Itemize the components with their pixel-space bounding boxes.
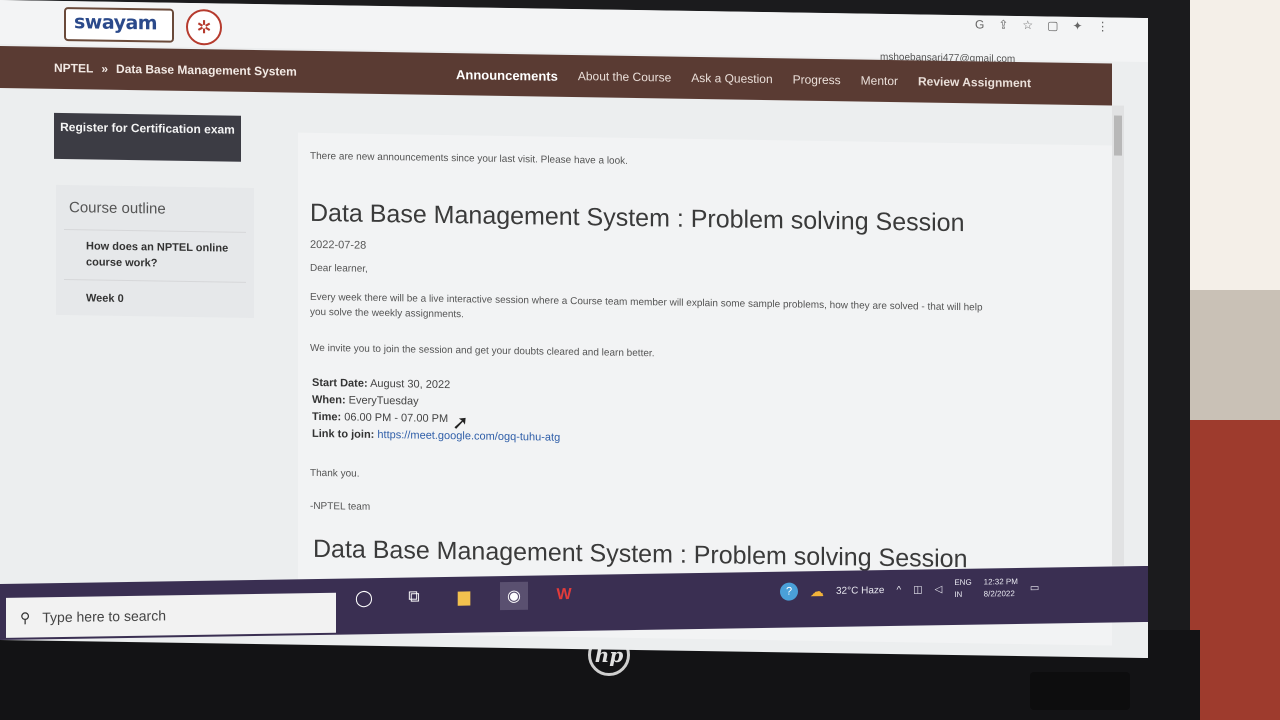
search-icon: ⚲ — [20, 609, 31, 626]
nav-announcements[interactable]: Announcements — [456, 67, 558, 84]
search-placeholder: Type here to search — [42, 607, 167, 626]
language-code: ENG — [954, 577, 972, 588]
emblem-icon: ✲ — [186, 8, 222, 46]
breadcrumb-root[interactable]: NPTEL — [54, 61, 93, 76]
task-view-icon[interactable]: ⧉ — [400, 583, 428, 611]
mouse-cursor-icon: ➚ — [452, 412, 469, 435]
extension-icon[interactable]: ✦ — [1073, 19, 1083, 33]
breadcrumb-course[interactable]: Data Base Management System — [116, 62, 297, 79]
cortana-icon[interactable]: ◯ — [350, 584, 378, 612]
notification-icon[interactable]: ▭ — [1030, 582, 1039, 593]
help-icon[interactable]: ? — [780, 582, 798, 601]
menu-icon[interactable]: ⋮ — [1097, 19, 1109, 33]
course-outline: Course outline How does an NPTEL online … — [56, 184, 254, 318]
taskbar-search[interactable]: ⚲ Type here to search — [6, 592, 336, 638]
background-red-surface — [1186, 420, 1280, 720]
time-value: 06.00 PM - 07.00 PM — [344, 411, 449, 426]
browser-toolbar: G ⇪ ☆ ▢ ✦ ⋮ — [975, 17, 1109, 33]
breadcrumb-separator: » — [101, 61, 109, 76]
window-icon[interactable]: ▢ — [1047, 18, 1058, 32]
new-announcement-notice: There are new announcements since your l… — [310, 150, 628, 167]
time-label: Time: — [312, 410, 342, 424]
start-date-value: August 30, 2022 — [370, 377, 451, 392]
background-window — [1178, 0, 1280, 290]
star-icon[interactable]: ☆ — [1022, 18, 1033, 32]
outline-title: Course outline — [69, 199, 166, 218]
announcement-paragraph-2: We invite you to join the session and ge… — [310, 342, 655, 360]
start-date-row: Start Date: August 30, 2022 — [312, 377, 450, 391]
clock-time: 12:32 PM — [983, 577, 1018, 587]
tray-chevron-icon[interactable]: ^ — [896, 584, 901, 595]
announcement-paragraph-1: Every week there will be a live interact… — [310, 291, 983, 321]
start-date-label: Start Date: — [312, 376, 368, 390]
register-certification-button[interactable]: Register for Certification exam — [54, 112, 241, 162]
when-label: When: — [312, 393, 346, 407]
weather-text[interactable]: 32°C Haze — [836, 585, 884, 597]
swayam-logo[interactable]: swayam — [64, 7, 174, 43]
outline-divider — [64, 279, 246, 283]
region-code: IN — [954, 589, 963, 600]
announcement-date: 2022-07-28 — [310, 238, 367, 252]
link-row: Link to join: https://meet.google.com/og… — [312, 428, 560, 444]
laptop-hinge — [1030, 672, 1130, 710]
taskbar-clock[interactable]: 12:32 PM 8/2/2022 — [984, 576, 1018, 601]
google-icon[interactable]: G — [975, 17, 984, 31]
clock-date: 8/2/2022 — [983, 589, 1015, 599]
network-icon[interactable]: ◫ — [913, 584, 922, 595]
nav-mentor[interactable]: Mentor — [861, 74, 898, 90]
thank-you-text: Thank you. — [310, 467, 360, 480]
nav-about-course[interactable]: About the Course — [578, 69, 671, 85]
breadcrumb: NPTEL » Data Base Management System — [54, 61, 297, 79]
signature-text: -NPTEL team — [310, 500, 371, 513]
weather-icon: ☁ — [810, 582, 824, 599]
nav-links: Announcements About the Course Ask a Que… — [456, 67, 1031, 91]
outline-divider — [64, 229, 246, 233]
nav-ask-question[interactable]: Ask a Question — [691, 71, 772, 87]
outline-item-how-it-works[interactable]: How does an NPTEL online course work? — [86, 238, 236, 272]
nav-review-assignment[interactable]: Review Assignment — [918, 74, 1031, 91]
scrollbar-thumb[interactable] — [1114, 115, 1122, 156]
when-row: When: EveryTuesday — [312, 394, 419, 408]
nav-progress[interactable]: Progress — [793, 72, 841, 88]
page-scrollbar[interactable] — [1112, 105, 1124, 566]
when-value: EveryTuesday — [348, 394, 419, 408]
screen: swayam ✲ G ⇪ ☆ ▢ ✦ ⋮ mshoebansari477@gma… — [0, 0, 1148, 659]
taskbar-apps: ◯ ⧉ ▆ ◉ W — [350, 581, 578, 613]
chrome-icon[interactable]: ◉ — [500, 581, 528, 611]
wps-office-icon[interactable]: W — [550, 581, 578, 609]
announcement-title: Data Base Management System : Problem so… — [310, 198, 965, 238]
volume-icon[interactable]: ◁ — [935, 584, 943, 595]
file-explorer-icon[interactable]: ▆ — [450, 582, 478, 610]
link-label: Link to join: — [312, 427, 375, 441]
time-row: Time: 06.00 PM - 07.00 PM — [312, 411, 448, 425]
language-indicator[interactable]: ENG IN — [954, 577, 971, 601]
outline-item-week-0[interactable]: Week 0 — [86, 290, 236, 308]
meet-link[interactable]: https://meet.google.com/ogq-tuhu-atg — [377, 429, 560, 444]
announcement-greeting: Dear learner, — [310, 262, 368, 275]
system-tray: ? ☁ 32°C Haze ^ ◫ ◁ ENG IN 12:32 PM 8/2/… — [780, 568, 1039, 612]
announcement-title-2: Data Base Management System : Problem so… — [313, 534, 968, 574]
share-icon[interactable]: ⇪ — [998, 18, 1008, 32]
logo-text: swayam — [74, 11, 158, 35]
